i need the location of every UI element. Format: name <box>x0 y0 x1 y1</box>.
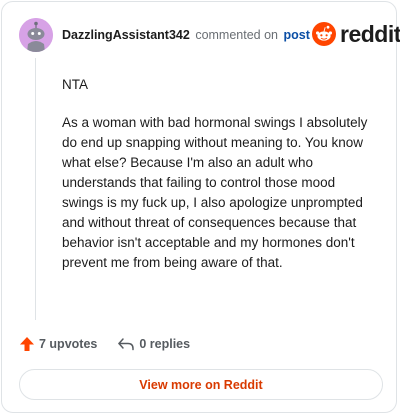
comment-paragraph: As a woman with bad hormonal swings I ab… <box>62 115 368 270</box>
reply-arrow-icon <box>118 338 135 351</box>
post-link[interactable]: post <box>283 28 309 42</box>
action-text: commented on <box>195 28 278 42</box>
view-more-button[interactable]: View more on Reddit <box>19 369 383 400</box>
reddit-logo[interactable]: reddit <box>312 22 400 46</box>
upvote-count: 7 upvotes <box>39 337 98 351</box>
author-name[interactable]: DazzlingAssistant342 <box>62 28 190 42</box>
user-avatar[interactable] <box>19 18 53 52</box>
upvote-arrow-icon <box>20 337 34 351</box>
reddit-snoo-icon <box>312 22 336 46</box>
upvote-button[interactable]: 7 upvotes <box>19 336 97 352</box>
replies-button[interactable]: 0 replies <box>117 336 190 352</box>
reply-count: 0 replies <box>139 337 191 351</box>
comment-embed-card: DazzlingAssistant342 commented on post r… <box>1 1 400 413</box>
comment-header: DazzlingAssistant342 commented on post <box>62 27 310 43</box>
snoo-avatar-icon <box>19 18 53 52</box>
comment-actions: 7 upvotes 0 replies <box>19 336 190 352</box>
reddit-wordmark: reddit <box>340 21 400 47</box>
comment-paragraph: NTA <box>62 77 88 92</box>
thread-line <box>35 58 36 320</box>
comment-body: NTA As a woman with bad hormonal swings … <box>62 75 372 291</box>
